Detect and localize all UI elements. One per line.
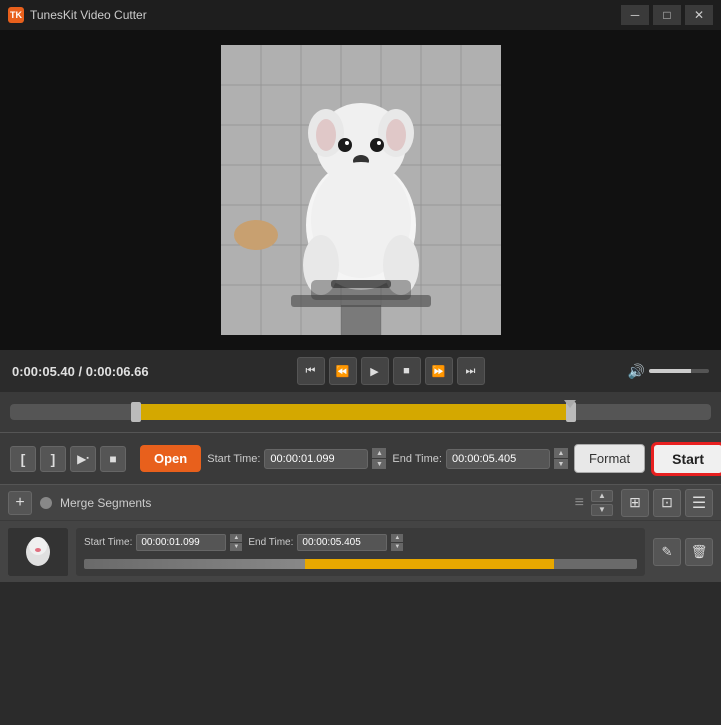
segment-tools: ⊞ ⊡ ☰ — [621, 489, 713, 517]
segment-down-button[interactable]: ▼ — [591, 504, 613, 516]
start-time-down[interactable]: ▼ — [372, 459, 386, 469]
controls-bar: 0:00:05.40 / 0:00:06.66 ⏮ ⏪ ▶ ■ ⏩ ⏭ 🔊 — [0, 350, 721, 392]
minimize-button[interactable]: ─ — [621, 5, 649, 25]
step-backward-button[interactable]: ⏪ — [329, 357, 357, 385]
segment-up-button[interactable]: ▲ — [591, 490, 613, 502]
qr-tool-button[interactable]: ⊞ — [621, 489, 649, 517]
frame-backward-button[interactable]: ⏮ — [297, 357, 325, 385]
stop-trim-button[interactable]: ■ — [100, 446, 126, 472]
seg-start-input[interactable] — [136, 534, 226, 551]
seg-end-group: End Time: ▲ ▼ — [248, 534, 403, 551]
preview-trim-button[interactable]: ▶▪ — [70, 446, 96, 472]
seg-end-spinner: ▲ ▼ — [391, 534, 403, 551]
end-time-down[interactable]: ▼ — [554, 459, 568, 469]
start-time-spinner: ▲ ▼ — [372, 448, 386, 469]
close-button[interactable]: ✕ — [685, 5, 713, 25]
volume-slider[interactable] — [649, 369, 709, 373]
end-time-spinner: ▲ ▼ — [554, 448, 568, 469]
segment-time-controls: Start Time: ▲ ▼ End Time: ▲ ▼ — [84, 534, 637, 551]
trim-right-button[interactable]: ] — [40, 446, 66, 472]
start-time-up[interactable]: ▲ — [372, 448, 386, 458]
timeline-area[interactable] — [0, 392, 721, 432]
segment-thumb-preview — [8, 528, 68, 576]
segment-edit-button[interactable]: ✎ — [653, 538, 681, 566]
segment-delete-button[interactable]: 🗑 — [685, 538, 713, 566]
app-icon: TK — [8, 7, 24, 23]
end-time-input[interactable] — [446, 449, 550, 469]
volume-area: 🔊 — [609, 363, 709, 380]
segment-actions: ✎ 🗑 — [653, 538, 713, 566]
restore-button[interactable]: □ — [653, 5, 681, 25]
list-tool-button[interactable]: ☰ — [685, 489, 713, 517]
end-time-up[interactable]: ▲ — [554, 448, 568, 458]
app-title: TunesKit Video Cutter — [30, 8, 147, 22]
timeline-progress — [136, 404, 571, 420]
frame-forward-button[interactable]: ⏭ — [457, 357, 485, 385]
trim-left-button[interactable]: [ — [10, 446, 36, 472]
title-controls: ─ □ ✕ — [621, 5, 713, 25]
start-time-group: Start Time: ▲ ▼ — [207, 448, 386, 469]
seg-end-up[interactable]: ▲ — [391, 534, 403, 542]
step-forward-button[interactable]: ⏩ — [425, 357, 453, 385]
drag-handle-icon: ≡ — [575, 494, 583, 512]
seg-start-spinner: ▲ ▼ — [230, 534, 242, 551]
segment-timeline-bar — [84, 559, 637, 569]
time-display: 0:00:05.40 / 0:00:06.66 — [12, 364, 172, 379]
start-button[interactable]: Start — [651, 442, 721, 476]
playback-controls: ⏮ ⏪ ▶ ■ ⏩ ⏭ — [297, 357, 485, 385]
end-time-group: End Time: ▲ ▼ — [392, 448, 568, 469]
add-segment-button[interactable]: + — [8, 491, 32, 515]
open-button[interactable]: Open — [140, 445, 201, 472]
segment-content: Start Time: ▲ ▼ End Time: ▲ ▼ — [76, 528, 645, 576]
seg-start-up[interactable]: ▲ — [230, 534, 242, 542]
segment-bar: + Merge Segments ≡ ▲ ▼ ⊞ ⊡ ☰ — [0, 484, 721, 520]
segment-order-controls: ▲ ▼ — [591, 490, 613, 516]
start-time-input[interactable] — [264, 449, 368, 469]
segment-indicator — [40, 497, 52, 509]
trim-icons: [ ] ▶▪ ■ — [10, 446, 126, 472]
end-time-label: End Time: — [392, 453, 442, 465]
segment-thumb-image — [8, 528, 68, 576]
start-time-label: Start Time: — [207, 453, 260, 465]
seg-end-label: End Time: — [248, 537, 293, 548]
timeline-pointer[interactable] — [564, 400, 576, 424]
segment-thumbnail — [8, 528, 68, 576]
format-button[interactable]: Format — [574, 444, 645, 473]
capture-tool-button[interactable]: ⊡ — [653, 489, 681, 517]
video-frame — [221, 45, 501, 335]
seg-end-input[interactable] — [297, 534, 387, 551]
seg-start-group: Start Time: ▲ ▼ — [84, 534, 242, 551]
video-preview — [221, 45, 501, 335]
segment-row: Start Time: ▲ ▼ End Time: ▲ ▼ ✎ 🗑 — [0, 520, 721, 582]
seg-start-label: Start Time: — [84, 537, 132, 548]
timeline-handle-left[interactable] — [131, 402, 141, 422]
volume-icon: 🔊 — [628, 363, 645, 380]
stop-button[interactable]: ■ — [393, 357, 421, 385]
title-bar: TK TunesKit Video Cutter ─ □ ✕ — [0, 0, 721, 30]
title-left: TK TunesKit Video Cutter — [8, 7, 147, 23]
timeline-track[interactable] — [10, 404, 711, 420]
seg-end-down[interactable]: ▼ — [391, 543, 403, 551]
seg-start-down[interactable]: ▼ — [230, 543, 242, 551]
trim-bar: [ ] ▶▪ ■ Open Start Time: ▲ ▼ End Time: … — [0, 432, 721, 484]
merge-segments-label: Merge Segments — [60, 496, 151, 510]
play-button[interactable]: ▶ — [361, 357, 389, 385]
video-area — [0, 30, 721, 350]
